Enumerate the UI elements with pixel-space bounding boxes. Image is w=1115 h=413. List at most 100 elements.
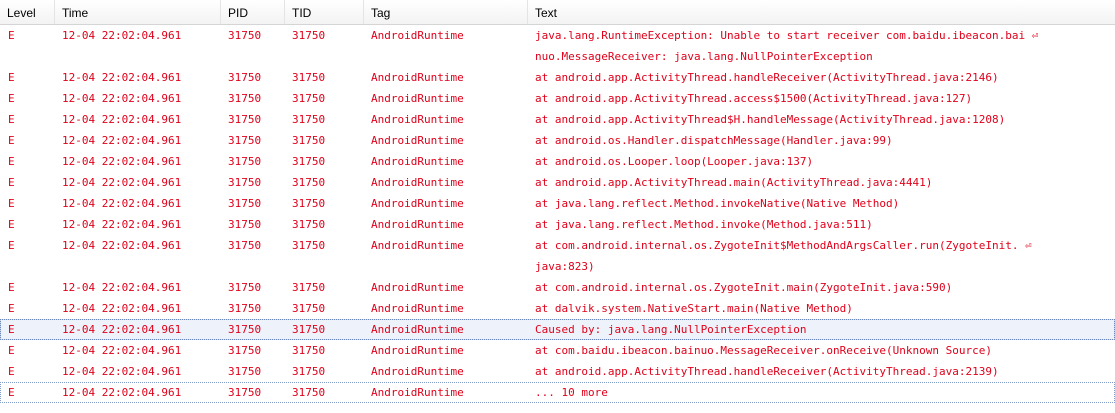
- log-message-line: at android.app.ActivityThread.handleRece…: [535, 365, 999, 378]
- log-message: at java.lang.reflect.Method.invokeNative…: [535, 193, 1110, 214]
- table-row[interactable]: E 12-04 22:02:04.961 31750 31750 AndroidRunt…: [0, 298, 1115, 319]
- log-message-line: at com.android.internal.os.ZygoteInit.ma…: [535, 281, 953, 294]
- logcat-table: Level Time PID TID Tag Text E 12-04 22:02…: [0, 0, 1115, 413]
- log-message: java.lang.RuntimeException: Unable to st…: [535, 25, 1110, 67]
- log-tag: AndroidRuntime: [371, 239, 464, 252]
- log-level: E: [8, 155, 15, 168]
- log-level: E: [8, 197, 15, 210]
- log-tag: AndroidRuntime: [371, 323, 464, 336]
- log-message-line: ... 10 more: [535, 386, 608, 399]
- column-header-tid[interactable]: TID: [285, 0, 364, 24]
- column-header-tag[interactable]: Tag: [364, 0, 528, 24]
- log-tag: AndroidRuntime: [371, 176, 464, 189]
- log-message-line: at java.lang.reflect.Method.invokeNative…: [535, 197, 900, 210]
- log-message-line: Caused by: java.lang.NullPointerExceptio…: [535, 323, 807, 336]
- log-time: 12-04 22:02:04.961: [62, 176, 182, 189]
- log-message-line: at android.os.Handler.dispatchMessage(Ha…: [535, 134, 893, 147]
- log-message-line: at com.baidu.ibeacon.bainuo.MessageRecei…: [535, 344, 992, 357]
- log-pid: 31750: [228, 344, 262, 357]
- log-pid: 31750: [228, 113, 262, 126]
- log-pid: 31750: [228, 302, 262, 315]
- table-row[interactable]: E 12-04 22:02:04.961 31750 31750 AndroidRunt…: [0, 109, 1115, 130]
- log-tag: AndroidRuntime: [371, 71, 464, 84]
- table-row[interactable]: E 12-04 22:02:04.961 31750 31750 AndroidRunt…: [0, 277, 1115, 298]
- log-message-line: at dalvik.system.NativeStart.main(Native…: [535, 302, 853, 315]
- table-row[interactable]: E 12-04 22:02:04.961 31750 31750 AndroidRunt…: [0, 67, 1115, 88]
- log-time: 12-04 22:02:04.961: [62, 71, 182, 84]
- column-header-level[interactable]: Level: [0, 0, 55, 24]
- log-level: E: [8, 239, 15, 252]
- log-time: 12-04 22:02:04.961: [62, 134, 182, 147]
- table-row[interactable]: E 12-04 22:02:04.961 31750 31750 AndroidRunt…: [0, 214, 1115, 235]
- log-pid: 31750: [228, 134, 262, 147]
- log-tid: 31750: [292, 71, 326, 84]
- log-pid: 31750: [228, 29, 262, 42]
- log-message-line: at android.os.Looper.loop(Looper.java:13…: [535, 155, 814, 168]
- table-row[interactable]: E 12-04 22:02:04.961 31750 31750 AndroidRunt…: [0, 382, 1115, 403]
- log-tid: 31750: [292, 323, 326, 336]
- log-pid: 31750: [228, 197, 262, 210]
- log-tid: 31750: [292, 113, 326, 126]
- log-pid: 31750: [228, 239, 262, 252]
- log-time: 12-04 22:02:04.961: [62, 365, 182, 378]
- log-level: E: [8, 71, 15, 84]
- table-row[interactable]: E 12-04 22:02:04.961 31750 31750 AndroidRunt…: [0, 193, 1115, 214]
- log-message: at dalvik.system.NativeStart.main(Native…: [535, 298, 1110, 319]
- column-header-time[interactable]: Time: [55, 0, 221, 24]
- log-level: E: [8, 302, 15, 315]
- log-level: E: [8, 281, 15, 294]
- log-message-line: at android.app.ActivityThread.handleRece…: [535, 71, 999, 84]
- log-time: 12-04 22:02:04.961: [62, 344, 182, 357]
- log-tag: AndroidRuntime: [371, 365, 464, 378]
- log-message: at com.baidu.ibeacon.bainuo.MessageRecei…: [535, 340, 1110, 361]
- log-tag: AndroidRuntime: [371, 134, 464, 147]
- log-level: E: [8, 365, 15, 378]
- table-row[interactable]: E 12-04 22:02:04.961 31750 31750 AndroidRunt…: [0, 172, 1115, 193]
- log-tid: 31750: [292, 218, 326, 231]
- log-level: E: [8, 344, 15, 357]
- log-pid: 31750: [228, 386, 262, 399]
- table-row[interactable]: E 12-04 22:02:04.961 31750 31750 AndroidRunt…: [0, 130, 1115, 151]
- log-pid: 31750: [228, 281, 262, 294]
- table-row[interactable]: E 12-04 22:02:04.961 31750 31750 AndroidRunt…: [0, 25, 1115, 67]
- log-tag: AndroidRuntime: [371, 29, 464, 42]
- log-tag: AndroidRuntime: [371, 302, 464, 315]
- table-row[interactable]: E 12-04 22:02:04.961 31750 31750 AndroidRunt…: [0, 88, 1115, 109]
- log-message: at android.app.ActivityThread.main(Activ…: [535, 172, 1110, 193]
- log-tag: AndroidRuntime: [371, 197, 464, 210]
- log-pid: 31750: [228, 155, 262, 168]
- log-time: 12-04 22:02:04.961: [62, 29, 182, 42]
- log-pid: 31750: [228, 92, 262, 105]
- log-message: at com.android.internal.os.ZygoteInit.ma…: [535, 277, 1110, 298]
- log-tid: 31750: [292, 302, 326, 315]
- column-header-text[interactable]: Text: [528, 0, 1115, 24]
- log-tag: AndroidRuntime: [371, 218, 464, 231]
- column-header-pid[interactable]: PID: [221, 0, 285, 24]
- log-message: ... 10 more: [535, 382, 1110, 403]
- log-tag: AndroidRuntime: [371, 155, 464, 168]
- log-message-continuation: nuo.MessageReceiver: java.lang.NullPoint…: [535, 50, 873, 63]
- log-message: at com.android.internal.os.ZygoteInit$Me…: [535, 235, 1110, 277]
- log-time: 12-04 22:02:04.961: [62, 92, 182, 105]
- table-row[interactable]: E 12-04 22:02:04.961 31750 31750 AndroidRunt…: [0, 361, 1115, 382]
- table-row[interactable]: E 12-04 22:02:04.961 31750 31750 AndroidRunt…: [0, 235, 1115, 277]
- log-message-line: java.lang.RuntimeException: Unable to st…: [535, 29, 1039, 42]
- log-time: 12-04 22:02:04.961: [62, 239, 182, 252]
- log-message: at android.app.ActivityThread.handleRece…: [535, 67, 1110, 88]
- log-level: E: [8, 92, 15, 105]
- table-row[interactable]: E 12-04 22:02:04.961 31750 31750 AndroidRunt…: [0, 319, 1115, 340]
- log-pid: 31750: [228, 218, 262, 231]
- log-time: 12-04 22:02:04.961: [62, 218, 182, 231]
- log-tid: 31750: [292, 134, 326, 147]
- log-time: 12-04 22:02:04.961: [62, 113, 182, 126]
- log-tid: 31750: [292, 281, 326, 294]
- table-row[interactable]: E 12-04 22:02:04.961 31750 31750 AndroidRunt…: [0, 151, 1115, 172]
- log-pid: 31750: [228, 323, 262, 336]
- log-message: at android.os.Handler.dispatchMessage(Ha…: [535, 130, 1110, 151]
- log-message: at java.lang.reflect.Method.invoke(Metho…: [535, 214, 1110, 235]
- log-message-line: at java.lang.reflect.Method.invoke(Metho…: [535, 218, 873, 231]
- log-message-line: at android.app.ActivityThread.access$150…: [535, 92, 973, 105]
- log-message-line: at com.android.internal.os.ZygoteInit$Me…: [535, 239, 1032, 252]
- table-row[interactable]: E 12-04 22:02:04.961 31750 31750 AndroidRunt…: [0, 340, 1115, 361]
- log-tag: AndroidRuntime: [371, 92, 464, 105]
